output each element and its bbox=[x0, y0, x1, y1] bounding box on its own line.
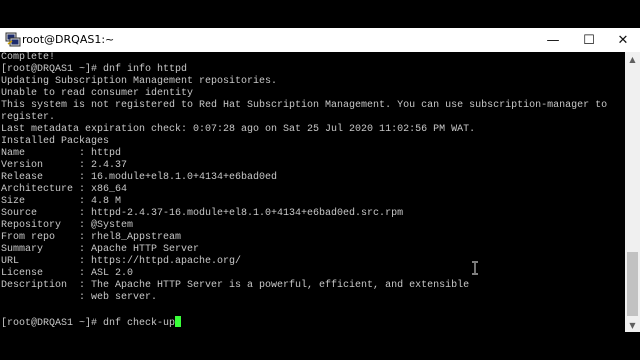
maximize-icon: ☐ bbox=[583, 32, 595, 48]
close-icon: ✕ bbox=[617, 32, 629, 48]
terminal-line: Installed Packages bbox=[1, 136, 110, 147]
command-input[interactable]: dnf check-up bbox=[103, 318, 175, 329]
putty-icon bbox=[5, 32, 21, 47]
minimize-icon: — bbox=[546, 32, 560, 48]
scrollbar-thumb[interactable] bbox=[627, 252, 638, 316]
terminal-line: Source : httpd-2.4.37-16.module+el8.1.0+… bbox=[1, 208, 404, 219]
maximize-button[interactable]: ☐ bbox=[572, 28, 606, 52]
terminal-cursor bbox=[175, 316, 182, 327]
terminal-output[interactable]: Complete! [root@DRQAS1 ~]# dnf info http… bbox=[0, 52, 625, 332]
terminal-line: This system is not registered to Red Hat… bbox=[1, 100, 608, 111]
terminal-line: Unable to read consumer identity bbox=[1, 88, 194, 99]
window-titlebar[interactable]: root@DRQAS1:~ — ☐ ✕ bbox=[0, 28, 640, 52]
terminal-line: Last metadata expiration check: 0:07:28 … bbox=[1, 124, 476, 135]
terminal-line: Complete! bbox=[1, 52, 56, 63]
terminal-line: Size : 4.8 M bbox=[1, 196, 122, 207]
terminal-line: From repo : rhel8_Appstream bbox=[1, 232, 182, 243]
terminal-line: Release : 16.module+el8.1.0+4134+e6bad0e… bbox=[1, 172, 278, 183]
terminal-line: URL : https://httpd.apache.org/ bbox=[1, 256, 242, 267]
terminal-line: register. bbox=[1, 112, 56, 123]
terminal-line: Version : 2.4.37 bbox=[1, 160, 128, 171]
terminal-line: Name : httpd bbox=[1, 148, 122, 159]
minimize-button[interactable]: — bbox=[536, 28, 570, 52]
vertical-scrollbar[interactable]: ▲ ▼ bbox=[625, 52, 640, 332]
scroll-up-arrow-icon[interactable]: ▲ bbox=[625, 52, 640, 66]
ibeam-cursor-icon bbox=[472, 261, 478, 275]
close-button[interactable]: ✕ bbox=[606, 28, 640, 52]
scroll-down-arrow-icon[interactable]: ▼ bbox=[625, 318, 640, 332]
terminal-line: Summary : Apache HTTP Server bbox=[1, 244, 200, 255]
terminal-line: Description : The Apache HTTP Server is … bbox=[1, 280, 470, 291]
terminal-line: Repository : @System bbox=[1, 220, 134, 231]
command-line[interactable]: [root@DRQAS1 ~]# dnf check-up bbox=[0, 316, 625, 329]
terminal-line: License : ASL 2.0 bbox=[1, 268, 134, 279]
window-title: root@DRQAS1:~ bbox=[22, 33, 115, 46]
shell-prompt: [root@DRQAS1 ~]# bbox=[1, 318, 104, 329]
terminal-line: : web server. bbox=[1, 292, 158, 303]
terminal-line: Architecture : x86_64 bbox=[1, 184, 128, 195]
terminal-line: [root@DRQAS1 ~]# dnf info httpd bbox=[1, 64, 188, 75]
terminal-line: Updating Subscription Management reposit… bbox=[1, 76, 278, 87]
